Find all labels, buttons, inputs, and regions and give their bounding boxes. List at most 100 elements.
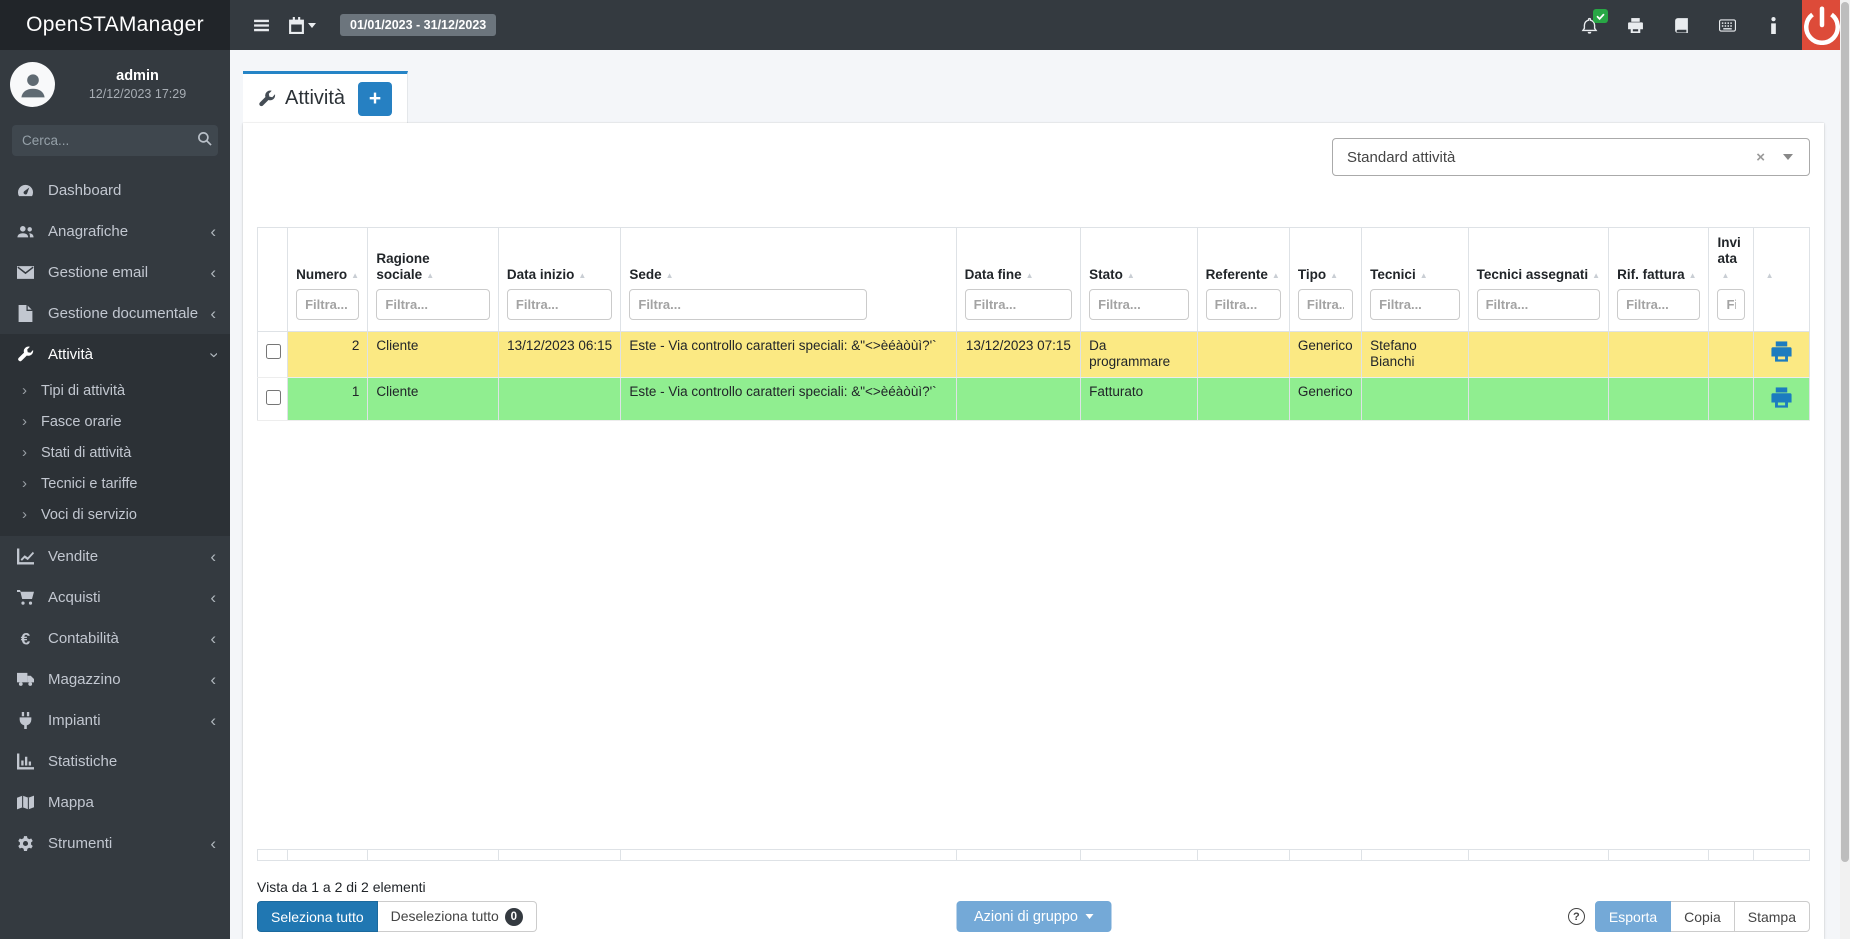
date-range-badge[interactable]: 01/01/2023 - 31/12/2023 bbox=[340, 14, 497, 36]
search-submit-button[interactable] bbox=[197, 131, 212, 151]
page-scrollbar[interactable] bbox=[1840, 0, 1850, 939]
sort-icon: ▲ bbox=[351, 271, 360, 281]
cell-stato: Da programmare bbox=[1080, 331, 1198, 379]
sidebar-group-statistiche: Statistiche bbox=[0, 741, 230, 782]
column-header-select bbox=[256, 226, 289, 285]
cell-sede: Este - Via controllo caratteri speciali:… bbox=[620, 331, 957, 379]
column-header-referente[interactable]: Referente ▲ bbox=[1197, 226, 1290, 285]
print-button[interactable] bbox=[1618, 8, 1652, 42]
column-header-numero[interactable]: Numero ▲ bbox=[287, 226, 369, 285]
footer-strip-cell bbox=[1608, 849, 1710, 861]
sidebar-item-label: Contabilità bbox=[48, 630, 119, 647]
filter-input-data-inizio[interactable] bbox=[506, 288, 613, 320]
filter-input-tecnici[interactable] bbox=[1370, 288, 1460, 320]
export-button[interactable]: Esporta bbox=[1594, 901, 1672, 932]
chevron-left-icon: ‹ bbox=[210, 262, 216, 282]
sidebar-subitem-tecnici-e-tariffe[interactable]: › Tecnici e tariffe bbox=[0, 468, 230, 499]
sidebar-toggle-button[interactable] bbox=[244, 8, 278, 42]
sidebar-item-dashboard[interactable]: Dashboard bbox=[0, 170, 230, 211]
sidebar-item-anagrafiche[interactable]: Anagrafiche ‹ bbox=[0, 211, 230, 252]
shortcuts-button[interactable] bbox=[1710, 8, 1744, 42]
deselect-all-button[interactable]: Deseleziona tutto 0 bbox=[377, 901, 537, 932]
column-header-data-inizio[interactable]: Data inizio ▲ bbox=[498, 226, 622, 285]
sidebar-subitem-stati-di-attivit[interactable]: › Stati di attività bbox=[0, 437, 230, 468]
filter-input-ragione-sociale[interactable] bbox=[376, 288, 490, 320]
scrollbar-thumb[interactable] bbox=[1841, 2, 1849, 862]
print-table-button[interactable]: Stampa bbox=[1734, 901, 1810, 932]
filter-input-numero[interactable] bbox=[296, 288, 360, 320]
sidebar-item-gestione-documentale[interactable]: Gestione documentale ‹ bbox=[0, 293, 230, 334]
group-actions-button[interactable]: Azioni di gruppo bbox=[956, 901, 1111, 932]
sort-icon: ▲ bbox=[1271, 271, 1280, 281]
bar-chart-icon bbox=[14, 753, 36, 770]
check-icon bbox=[1596, 12, 1605, 21]
tab-attivita[interactable]: Attività + bbox=[243, 71, 409, 123]
docs-button[interactable] bbox=[1664, 8, 1698, 42]
user-panel: admin 12/12/2023 17:29 bbox=[0, 50, 230, 117]
column-header-data-fine[interactable]: Data fine ▲ bbox=[956, 226, 1082, 285]
sidebar-item-gestione-email[interactable]: Gestione email ‹ bbox=[0, 252, 230, 293]
filter-input-sede[interactable] bbox=[629, 288, 868, 320]
filter-input-tipo[interactable] bbox=[1297, 288, 1354, 320]
column-header-tipo[interactable]: Tipo ▲ bbox=[1289, 226, 1363, 285]
sidebar-subitem-fasce-orarie[interactable]: › Fasce orarie bbox=[0, 406, 230, 437]
logout-button[interactable] bbox=[1802, 0, 1842, 50]
column-header-tecnici-assegnati[interactable]: Tecnici assegnati ▲ bbox=[1468, 226, 1610, 285]
column-label: Numero bbox=[296, 267, 348, 283]
sidebar-item-attivit[interactable]: Attività ‹ bbox=[0, 334, 230, 375]
column-header-rif-fattura[interactable]: Rif. fattura ▲ bbox=[1608, 226, 1710, 285]
clear-select-icon[interactable]: × bbox=[1756, 149, 1765, 166]
filter-input-rif-fattura[interactable] bbox=[1617, 288, 1701, 320]
filter-input-data-fine[interactable] bbox=[964, 288, 1073, 320]
sidebar-item-strumenti[interactable]: Strumenti ‹ bbox=[0, 823, 230, 864]
sidebar-item-label: Mappa bbox=[48, 794, 94, 811]
sidebar: admin 12/12/2023 17:29 Dashboard Anagrafi… bbox=[0, 50, 230, 939]
row-checkbox[interactable] bbox=[266, 343, 281, 359]
add-record-button[interactable]: + bbox=[358, 81, 393, 116]
filter-input-inviata[interactable] bbox=[1717, 288, 1745, 320]
print-row-button[interactable] bbox=[1770, 384, 1793, 409]
print-row-button[interactable] bbox=[1770, 338, 1793, 363]
select-all-button[interactable]: Seleziona tutto bbox=[257, 901, 378, 932]
sidebar-subitem-voci-di-servizio[interactable]: › Voci di servizio bbox=[0, 499, 230, 530]
footer-strip-cell bbox=[497, 849, 622, 861]
search-icon bbox=[197, 131, 212, 146]
help-icon[interactable]: ? bbox=[1567, 908, 1585, 925]
sidebar-item-contabilit[interactable]: € Contabilità ‹ bbox=[0, 618, 230, 659]
filter-input-tecnici-assegnati[interactable] bbox=[1476, 288, 1601, 320]
column-header-ragione-sociale[interactable]: Ragione sociale ▲ bbox=[367, 226, 499, 285]
notifications-button[interactable] bbox=[1572, 8, 1608, 42]
sidebar-item-mappa[interactable]: Mappa bbox=[0, 782, 230, 823]
user-datetime: 12/12/2023 17:29 bbox=[88, 87, 187, 101]
cell-data-inizio: 13/12/2023 06:15 bbox=[498, 331, 622, 379]
sidebar-group-strumenti: Strumenti ‹ bbox=[0, 823, 230, 864]
sidebar-group-gestione-documentale: Gestione documentale ‹ bbox=[0, 293, 230, 334]
info-button[interactable] bbox=[1756, 8, 1790, 42]
cell-ragione-sociale: Cliente bbox=[367, 331, 499, 379]
column-header-inviata[interactable]: Inviata ▲ bbox=[1708, 226, 1754, 285]
calendar-button[interactable] bbox=[278, 8, 326, 42]
angle-right-icon: › bbox=[22, 444, 27, 461]
filter-input-stato[interactable] bbox=[1089, 288, 1189, 320]
sidebar-item-acquisti[interactable]: Acquisti ‹ bbox=[0, 577, 230, 618]
filter-cell bbox=[367, 284, 499, 332]
sidebar-item-impianti[interactable]: Impianti ‹ bbox=[0, 700, 230, 741]
cell-inviata bbox=[1708, 331, 1754, 379]
sidebar-item-magazzino[interactable]: Magazzino ‹ bbox=[0, 659, 230, 700]
row-checkbox[interactable] bbox=[266, 390, 281, 406]
search-input[interactable] bbox=[12, 125, 218, 156]
filter-cell bbox=[1197, 284, 1290, 332]
column-header-stato[interactable]: Stato ▲ bbox=[1080, 226, 1198, 285]
sidebar-item-statistiche[interactable]: Statistiche bbox=[0, 741, 230, 782]
row-actions-cell bbox=[1753, 377, 1811, 422]
cell-data-fine bbox=[956, 377, 1082, 422]
column-header-tecnici[interactable]: Tecnici ▲ bbox=[1361, 226, 1469, 285]
view-select[interactable]: Standard attività × bbox=[1332, 138, 1810, 176]
sort-icon: ▲ bbox=[1688, 271, 1697, 281]
filter-input-referente[interactable] bbox=[1205, 288, 1281, 320]
sidebar-item-vendite[interactable]: Vendite ‹ bbox=[0, 536, 230, 577]
angle-right-icon: › bbox=[22, 506, 27, 523]
copy-button[interactable]: Copia bbox=[1671, 901, 1735, 932]
sidebar-subitem-tipi-di-attivit[interactable]: › Tipi di attività bbox=[0, 375, 230, 406]
column-header-sede[interactable]: Sede ▲ bbox=[620, 226, 957, 285]
